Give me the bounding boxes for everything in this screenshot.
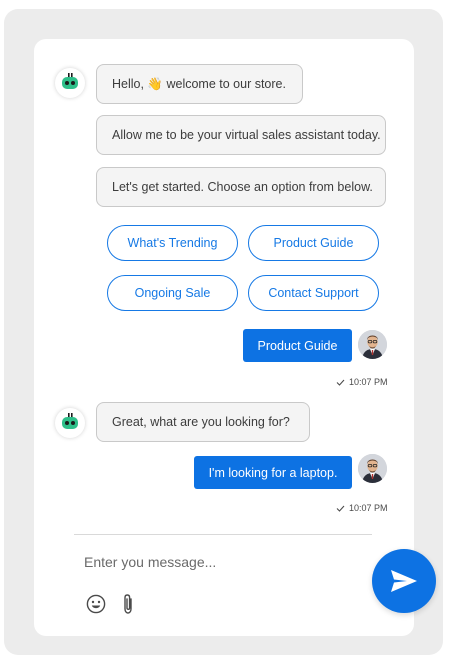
send-icon [391,570,417,592]
chat-widget-frame: Hello, 👋 welcome to our store. Allow me … [4,9,443,655]
message-timestamp: 10:07 PM [336,503,388,513]
bot-avatar [55,68,85,98]
timestamp-text: 10:07 PM [349,377,388,387]
bot-message-question: Great, what are you looking for? [96,402,310,442]
user-avatar [358,330,387,359]
check-icon [336,379,345,386]
user-avatar [358,454,387,483]
bot-message-welcome: Hello, 👋 welcome to our store. [96,64,303,104]
bot-avatar [55,408,85,438]
paperclip-icon[interactable] [121,593,135,620]
user-message-laptop: I'm looking for a laptop. [194,456,352,489]
option-ongoing-sale-button[interactable]: Ongoing Sale [107,275,238,311]
message-timestamp: 10:07 PM [336,377,388,387]
bot-message-intro: Allow me to be your virtual sales assist… [96,115,386,155]
robot-icon [62,413,78,429]
option-whats-trending-button[interactable]: What's Trending [107,225,238,261]
timestamp-text: 10:07 PM [349,503,388,513]
bot-message-prompt: Let's get started. Choose an option from… [96,167,386,207]
chat-window: Hello, 👋 welcome to our store. Allow me … [34,39,414,636]
smiley-icon[interactable] [86,594,106,619]
message-input[interactable] [84,551,364,573]
send-button[interactable] [372,549,436,613]
composer-divider [74,534,372,535]
user-message-product-guide: Product Guide [243,329,352,362]
option-product-guide-button[interactable]: Product Guide [248,225,379,261]
robot-icon [62,73,78,89]
option-contact-support-button[interactable]: Contact Support [248,275,379,311]
check-icon [336,505,345,512]
